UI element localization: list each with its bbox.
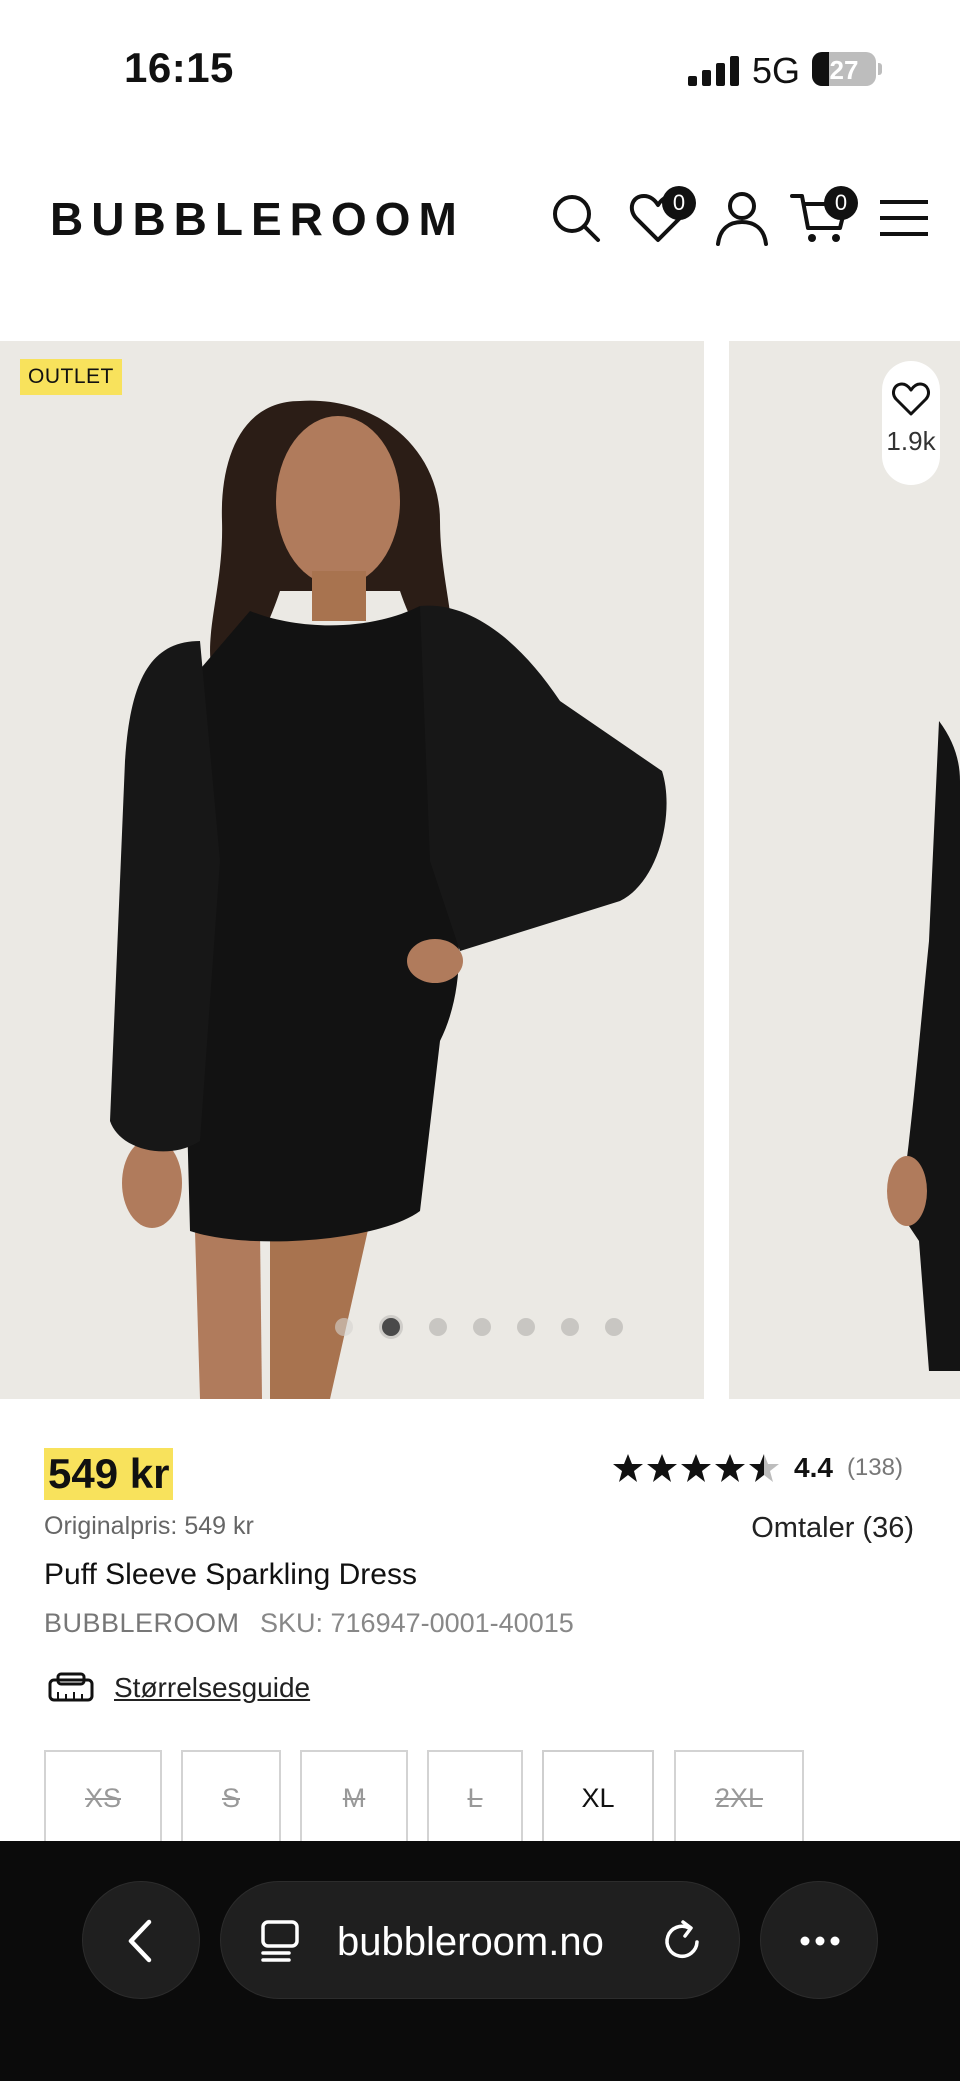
next-product-image[interactable] [729,341,960,1399]
star-half-icon [749,1454,779,1482]
pagination-dot[interactable] [561,1318,579,1336]
size-label: M [342,1783,366,1813]
product-brand[interactable]: BUBBLEROOM [44,1608,240,1639]
browser-toolbar: bubbleroom.no [0,1841,960,2081]
pagination-dot[interactable] [335,1318,353,1336]
pagination-dot[interactable] [517,1318,535,1336]
star-icon [715,1454,745,1482]
size-label: L [467,1783,483,1813]
status-time: 16:15 [124,44,234,91]
tabs-icon[interactable] [257,1918,303,1964]
product-name: Puff Sleeve Sparkling Dress [44,1558,417,1591]
chevron-left-icon [128,1919,152,1963]
product-sku: SKU: 716947-0001-40015 [260,1608,574,1638]
pagination-dot[interactable] [605,1318,623,1336]
brand-logo[interactable]: BUBBLEROOM [50,192,465,246]
more-button[interactable] [760,1881,878,1999]
pagination-dot-active[interactable] [379,1315,403,1339]
measuring-tape-icon [48,1672,94,1702]
gallery-pagination [335,1315,623,1339]
rating-value: 4.4 [794,1452,833,1483]
outlet-badge: OUTLET [20,359,122,395]
model-photo-next [729,341,960,1399]
star-icon [613,1454,643,1482]
size-option-l[interactable]: L [427,1750,523,1850]
size-label: 2XL [714,1783,764,1813]
back-button[interactable] [82,1881,200,1999]
more-dots-icon [800,1936,840,1946]
size-label: XS [84,1783,122,1813]
pagination-dot[interactable] [429,1318,447,1336]
star-icon [647,1454,677,1482]
rating-count: (138) [846,1454,903,1481]
product-price: 549 kr [44,1448,174,1500]
rating-stars [612,1452,780,1484]
size-label: S [221,1783,240,1813]
size-option-2xl[interactable]: 2XL [674,1750,804,1850]
size-option-xl[interactable]: XL [542,1750,654,1850]
size-guide-label: Størrelsesguide [114,1672,311,1703]
signal-icon [688,56,739,86]
size-option-s[interactable]: S [181,1750,281,1850]
favorite-count: 1.9k [886,426,936,456]
product-rating[interactable]: 4.4 (138) [612,1452,903,1484]
status-bar: 16:15 5G 27 [0,0,960,120]
menu-icon[interactable] [874,188,934,248]
size-option-xs[interactable]: XS [44,1750,162,1850]
account-icon[interactable] [712,188,772,248]
size-label: XL [581,1783,615,1813]
size-guide-link[interactable]: Størrelsesguide [48,1672,310,1704]
battery-cap [878,63,882,75]
model-photo [0,341,704,1399]
network-label: 5G [752,50,801,91]
size-option-m[interactable]: M [300,1750,408,1850]
battery-icon: 27 [812,52,876,86]
reload-icon[interactable] [659,1918,705,1964]
pagination-dot[interactable] [473,1318,491,1336]
reviews-link[interactable]: Omtaler (36) [751,1512,914,1545]
heart-icon [892,382,930,416]
favorite-button[interactable]: 1.9k [882,361,940,485]
cart-count-badge: 0 [824,186,858,220]
url-text[interactable]: bubbleroom.no [337,1920,604,1965]
search-icon[interactable] [546,188,606,248]
site-header: BUBBLEROOM 0 0 [0,150,960,290]
star-icon [681,1454,711,1482]
address-bar[interactable]: bubbleroom.no [220,1881,740,1999]
product-image[interactable]: OUTLET [0,341,704,1399]
product-gallery[interactable]: OUTLET [0,341,960,1399]
original-price: Originalpris: 549 kr [44,1512,254,1540]
wishlist-count-badge: 0 [662,186,696,220]
battery-level: 27 [829,55,859,85]
